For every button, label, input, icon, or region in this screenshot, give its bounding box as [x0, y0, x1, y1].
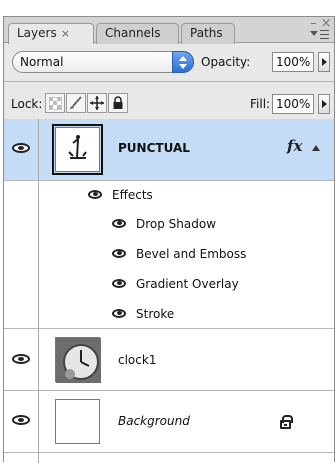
tab-channels-label: Channels	[105, 26, 161, 40]
eye-visibility-icon[interactable]	[112, 249, 126, 258]
layer-thumbnail-clock-image[interactable]	[55, 337, 101, 383]
divider	[4, 81, 334, 82]
opacity-slider-arrow-icon[interactable]	[318, 52, 330, 72]
effect-label-gradient-overlay: Gradient Overlay	[136, 277, 239, 291]
tab-paths-label: Paths	[190, 26, 223, 40]
lock-position-move-icon[interactable]	[87, 93, 107, 113]
effect-label-drop-shadow: Drop Shadow	[136, 217, 217, 231]
effect-label-bevel-and-emboss: Bevel and Emboss	[136, 247, 247, 261]
layer-row-background[interactable]: Background	[4, 391, 334, 453]
layer-lock-icon	[280, 415, 293, 429]
tab-close-icon[interactable]: ×	[61, 27, 70, 40]
panel-menu-icon[interactable]	[310, 29, 330, 41]
fx-icon[interactable]: fx	[287, 137, 302, 155]
effect-row-stroke[interactable]: Stroke	[4, 299, 334, 329]
layer-row-punctual[interactable]: PUNCTUAL fx	[4, 119, 334, 181]
effects-row[interactable]: Effects	[4, 181, 334, 209]
lock-image-pixels-brush-icon[interactable]	[66, 93, 86, 113]
effect-row-drop-shadow[interactable]: Drop Shadow	[4, 209, 334, 239]
layer-name-background[interactable]: Background	[118, 414, 190, 428]
layer-thumbnail[interactable]	[52, 124, 103, 175]
tab-layers-label: Layers	[17, 26, 57, 40]
blend-mode-stepper-icon[interactable]	[172, 51, 194, 73]
collapse-effects-arrow-icon[interactable]	[312, 145, 320, 151]
effect-row-bevel-and-emboss[interactable]: Bevel and Emboss	[4, 239, 334, 269]
effect-row-gradient-overlay[interactable]: Gradient Overlay	[4, 269, 334, 299]
fill-slider-arrow-icon[interactable]	[318, 94, 330, 114]
panel-tab-bar: Layers × Channels Paths	[4, 17, 334, 44]
layers-panel: Layers × Channels Paths Normal Opacity: 1…	[3, 16, 335, 463]
eye-visibility-icon[interactable]	[88, 190, 102, 199]
blend-mode-select[interactable]: Normal	[12, 51, 194, 73]
tab-layers[interactable]: Layers ×	[8, 23, 94, 44]
layers-list: PUNCTUAL fx Effects Drop Shadow Bevel an…	[4, 119, 334, 463]
opacity-label: Opacity:	[201, 55, 251, 69]
fill-field[interactable]: 100%	[272, 94, 314, 114]
layer-row-clock1[interactable]: clock1	[4, 329, 334, 391]
eye-visibility-icon[interactable]	[112, 309, 126, 318]
lock-all-icon[interactable]	[108, 93, 128, 113]
tab-channels[interactable]: Channels	[96, 23, 179, 44]
visibility-column	[4, 119, 39, 463]
blend-mode-value: Normal	[20, 55, 64, 69]
tab-paths[interactable]: Paths	[181, 23, 235, 44]
lock-transparency-icon[interactable]	[45, 93, 65, 113]
effects-label: Effects	[112, 188, 153, 202]
eye-visibility-icon[interactable]	[112, 219, 126, 228]
eye-visibility-icon[interactable]	[112, 279, 126, 288]
layer-name-clock1[interactable]: clock1	[118, 353, 156, 367]
lock-label: Lock:	[11, 97, 43, 111]
layer-name-punctual[interactable]: PUNCTUAL	[118, 141, 190, 155]
opacity-field[interactable]: 100%	[272, 52, 314, 72]
layer-thumbnail[interactable]	[55, 399, 100, 444]
fill-label: Fill:	[250, 97, 271, 111]
effect-label-stroke: Stroke	[136, 307, 175, 321]
